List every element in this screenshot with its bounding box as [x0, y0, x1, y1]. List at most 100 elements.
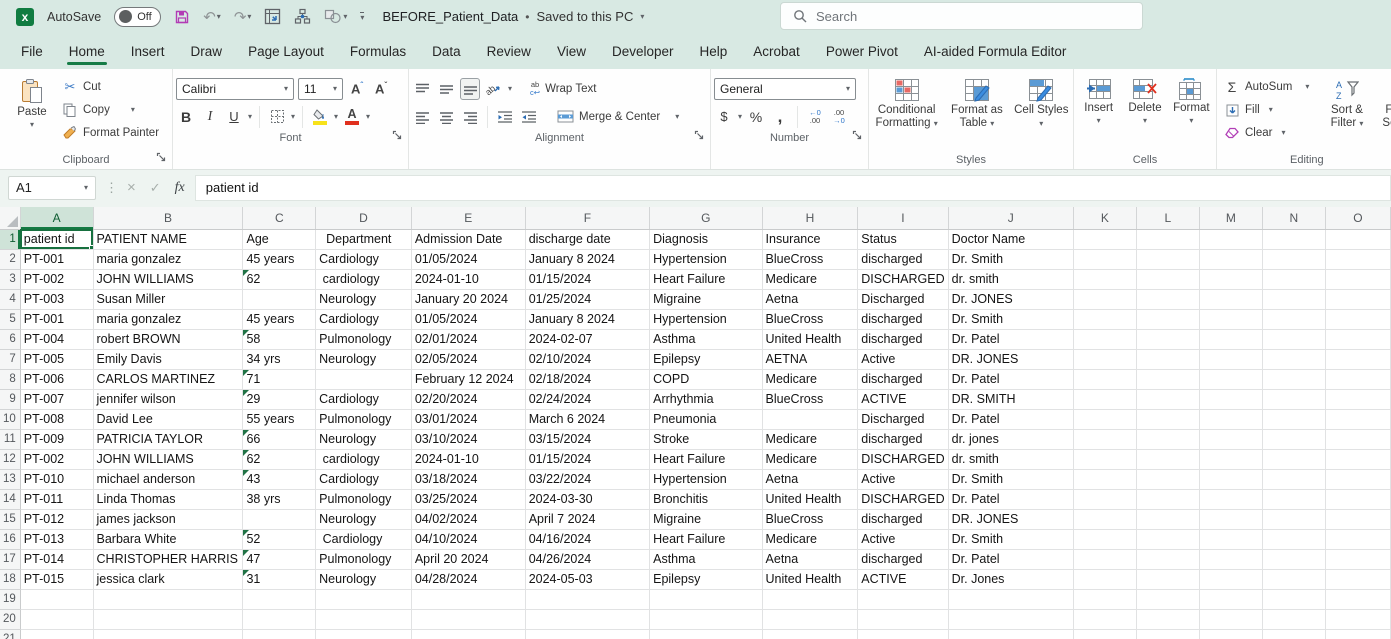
cell-D14[interactable]: Pulmonology [316, 489, 412, 509]
cell-L9[interactable] [1136, 389, 1199, 409]
cell-M17[interactable] [1199, 549, 1262, 569]
row-header-10[interactable]: 10 [0, 409, 20, 429]
cell-N14[interactable] [1262, 489, 1325, 509]
cell-M4[interactable] [1199, 289, 1262, 309]
cell-F7[interactable]: 02/10/2024 [525, 349, 649, 369]
cell-K18[interactable] [1073, 569, 1136, 589]
cell-B6[interactable]: robert BROWN [93, 329, 243, 349]
cell-I15[interactable]: discharged [858, 509, 948, 529]
cell-J19[interactable] [948, 589, 1073, 609]
increase-font-button[interactable]: Aˆ [347, 78, 367, 100]
cell-D17[interactable]: Pulmonology [316, 549, 412, 569]
cell-G13[interactable]: Hypertension [650, 469, 762, 489]
cell-G18[interactable]: Epilepsy [650, 569, 762, 589]
cell-J9[interactable]: DR. SMITH [948, 389, 1073, 409]
cell-K21[interactable] [1073, 629, 1136, 639]
number-dialog-launcher[interactable] [852, 130, 862, 143]
column-header-L[interactable]: L [1136, 207, 1199, 229]
cell-K14[interactable] [1073, 489, 1136, 509]
cell-A11[interactable]: PT-009 [20, 429, 93, 449]
cell-F15[interactable]: April 7 2024 [525, 509, 649, 529]
increase-decimal-button[interactable]: ←0.00 [805, 106, 825, 128]
cell-M2[interactable] [1199, 249, 1262, 269]
cell-A1[interactable]: patient id [20, 229, 93, 249]
cell-B7[interactable]: Emily Davis [93, 349, 243, 369]
cell-M11[interactable] [1199, 429, 1262, 449]
column-header-J[interactable]: J [948, 207, 1073, 229]
cell-A3[interactable]: PT-002 [20, 269, 93, 289]
cell-C3[interactable]: 62 [243, 269, 316, 289]
align-right-button[interactable] [460, 106, 480, 128]
cell-O9[interactable] [1325, 389, 1390, 409]
cell-J11[interactable]: dr. jones [948, 429, 1073, 449]
cell-O4[interactable] [1325, 289, 1390, 309]
cell-I12[interactable]: DISCHARGED [858, 449, 948, 469]
org-chart-button[interactable] [294, 8, 311, 25]
cell-I9[interactable]: ACTIVE [858, 389, 948, 409]
row-header-1[interactable]: 1 [0, 229, 20, 249]
cell-K8[interactable] [1073, 369, 1136, 389]
cell-E11[interactable]: 03/10/2024 [411, 429, 525, 449]
cell-K17[interactable] [1073, 549, 1136, 569]
column-header-E[interactable]: E [411, 207, 525, 229]
row-header-17[interactable]: 17 [0, 549, 20, 569]
column-header-D[interactable]: D [316, 207, 412, 229]
cell-C2[interactable]: 45 years [243, 249, 316, 269]
cell-K9[interactable] [1073, 389, 1136, 409]
cell-H20[interactable] [762, 609, 858, 629]
cell-M21[interactable] [1199, 629, 1262, 639]
orientation-button[interactable]: ab [484, 78, 504, 100]
cell-H8[interactable]: Medicare [762, 369, 858, 389]
cell-M14[interactable] [1199, 489, 1262, 509]
cell-O6[interactable] [1325, 329, 1390, 349]
cell-K12[interactable] [1073, 449, 1136, 469]
format-painter-button[interactable]: Format Painter [58, 122, 163, 144]
row-header-15[interactable]: 15 [0, 509, 20, 529]
cell-B9[interactable]: jennifer wilson [93, 389, 243, 409]
cell-L2[interactable] [1136, 249, 1199, 269]
cell-A10[interactable]: PT-008 [20, 409, 93, 429]
formula-input[interactable]: patient id [195, 175, 1391, 201]
cell-E13[interactable]: 03/18/2024 [411, 469, 525, 489]
cell-A5[interactable]: PT-001 [20, 309, 93, 329]
cell-C7[interactable]: 34 yrs [243, 349, 316, 369]
cell-F3[interactable]: 01/15/2024 [525, 269, 649, 289]
cell-H10[interactable] [762, 409, 858, 429]
cell-I18[interactable]: ACTIVE [858, 569, 948, 589]
cell-M19[interactable] [1199, 589, 1262, 609]
format-as-table-button[interactable]: Format as Table ▾ [944, 74, 1009, 151]
cell-J21[interactable] [948, 629, 1073, 639]
cell-O1[interactable] [1325, 229, 1390, 249]
align-middle-button[interactable] [436, 78, 456, 100]
cell-C18[interactable]: 31 [243, 569, 316, 589]
cell-N19[interactable] [1262, 589, 1325, 609]
cell-E16[interactable]: 04/10/2024 [411, 529, 525, 549]
column-header-G[interactable]: G [650, 207, 762, 229]
column-header-A[interactable]: A [20, 207, 93, 229]
cell-N21[interactable] [1262, 629, 1325, 639]
merge-center-button[interactable]: Merge & Center▾ [557, 110, 679, 123]
tab-review[interactable]: Review [474, 33, 544, 69]
alignment-dialog-launcher[interactable] [694, 130, 704, 143]
cell-J16[interactable]: Dr. Smith [948, 529, 1073, 549]
paste-button[interactable]: Paste ▾ [9, 74, 55, 151]
cell-F8[interactable]: 02/18/2024 [525, 369, 649, 389]
cell-O18[interactable] [1325, 569, 1390, 589]
cell-E8[interactable]: February 12 2024 [411, 369, 525, 389]
cell-H19[interactable] [762, 589, 858, 609]
fill-color-button[interactable] [310, 106, 330, 128]
cell-B21[interactable] [93, 629, 243, 639]
cell-G1[interactable]: Diagnosis [650, 229, 762, 249]
cell-N3[interactable] [1262, 269, 1325, 289]
cell-C13[interactable]: 43 [243, 469, 316, 489]
cell-O20[interactable] [1325, 609, 1390, 629]
cell-N10[interactable] [1262, 409, 1325, 429]
cell-M20[interactable] [1199, 609, 1262, 629]
cell-B16[interactable]: Barbara White [93, 529, 243, 549]
column-header-F[interactable]: F [525, 207, 649, 229]
table-tool-button[interactable] [264, 8, 281, 25]
cell-I10[interactable]: Discharged [858, 409, 948, 429]
cell-A18[interactable]: PT-015 [20, 569, 93, 589]
row-header-3[interactable]: 3 [0, 269, 20, 289]
cell-C4[interactable] [243, 289, 316, 309]
